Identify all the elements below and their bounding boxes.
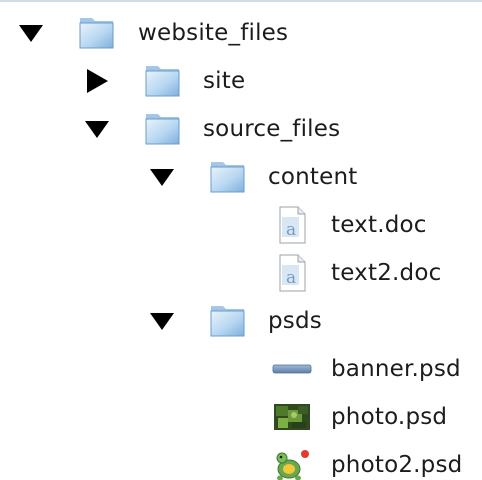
tree-row-psds[interactable]: psds <box>0 298 482 344</box>
disclosure-triangle-expanded-icon[interactable] <box>147 162 177 192</box>
svg-text:a: a <box>286 268 296 288</box>
tree-item-label: content <box>268 164 358 190</box>
tree-item-label: psds <box>268 308 322 334</box>
tree-row-photo-psd[interactable]: photo.psd <box>0 394 482 440</box>
photo-thumbnail-icon <box>274 404 310 430</box>
tree-row-site[interactable]: site <box>0 58 482 104</box>
disclosure-triangle-expanded-icon[interactable] <box>82 114 112 144</box>
disclosure-triangle-expanded-icon[interactable] <box>147 306 177 336</box>
tree-row-banner-psd[interactable]: banner.psd <box>0 346 482 392</box>
folder-icon <box>210 162 245 193</box>
folder-icon <box>145 114 180 145</box>
tree-row-source-files[interactable]: source_files <box>0 106 482 152</box>
disclosure-triangle-collapsed-icon[interactable] <box>82 66 112 96</box>
tree-item-label: photo2.psd <box>331 452 463 478</box>
tree-item-label: photo.psd <box>331 404 448 430</box>
banner-thumbnail-icon <box>272 364 312 374</box>
disclosure-triangle-expanded-icon[interactable] <box>16 18 46 48</box>
turtle-thumbnail-icon <box>276 450 309 480</box>
svg-text:a: a <box>286 220 296 240</box>
tree-item-label: website_files <box>138 20 289 46</box>
folder-icon <box>210 306 245 337</box>
tree-row-text-doc[interactable]: a text.doc <box>0 202 482 248</box>
folder-icon <box>145 66 180 97</box>
top-border <box>0 0 482 2</box>
tree-item-label: text2.doc <box>331 260 442 286</box>
tree-item-label: banner.psd <box>331 356 461 382</box>
text-document-icon: a <box>279 254 306 292</box>
folder-icon <box>79 18 114 49</box>
tree-item-label: source_files <box>203 116 341 142</box>
tree-row-content[interactable]: content <box>0 154 482 200</box>
tree-row-text2-doc[interactable]: a text2.doc <box>0 250 482 296</box>
tree-row-photo2-psd[interactable]: photo2.psd <box>0 442 482 480</box>
tree-row-website-files[interactable]: website_files <box>0 10 482 56</box>
text-document-icon: a <box>279 206 306 244</box>
tree-item-label: site <box>203 68 246 94</box>
tree-item-label: text.doc <box>331 212 427 238</box>
